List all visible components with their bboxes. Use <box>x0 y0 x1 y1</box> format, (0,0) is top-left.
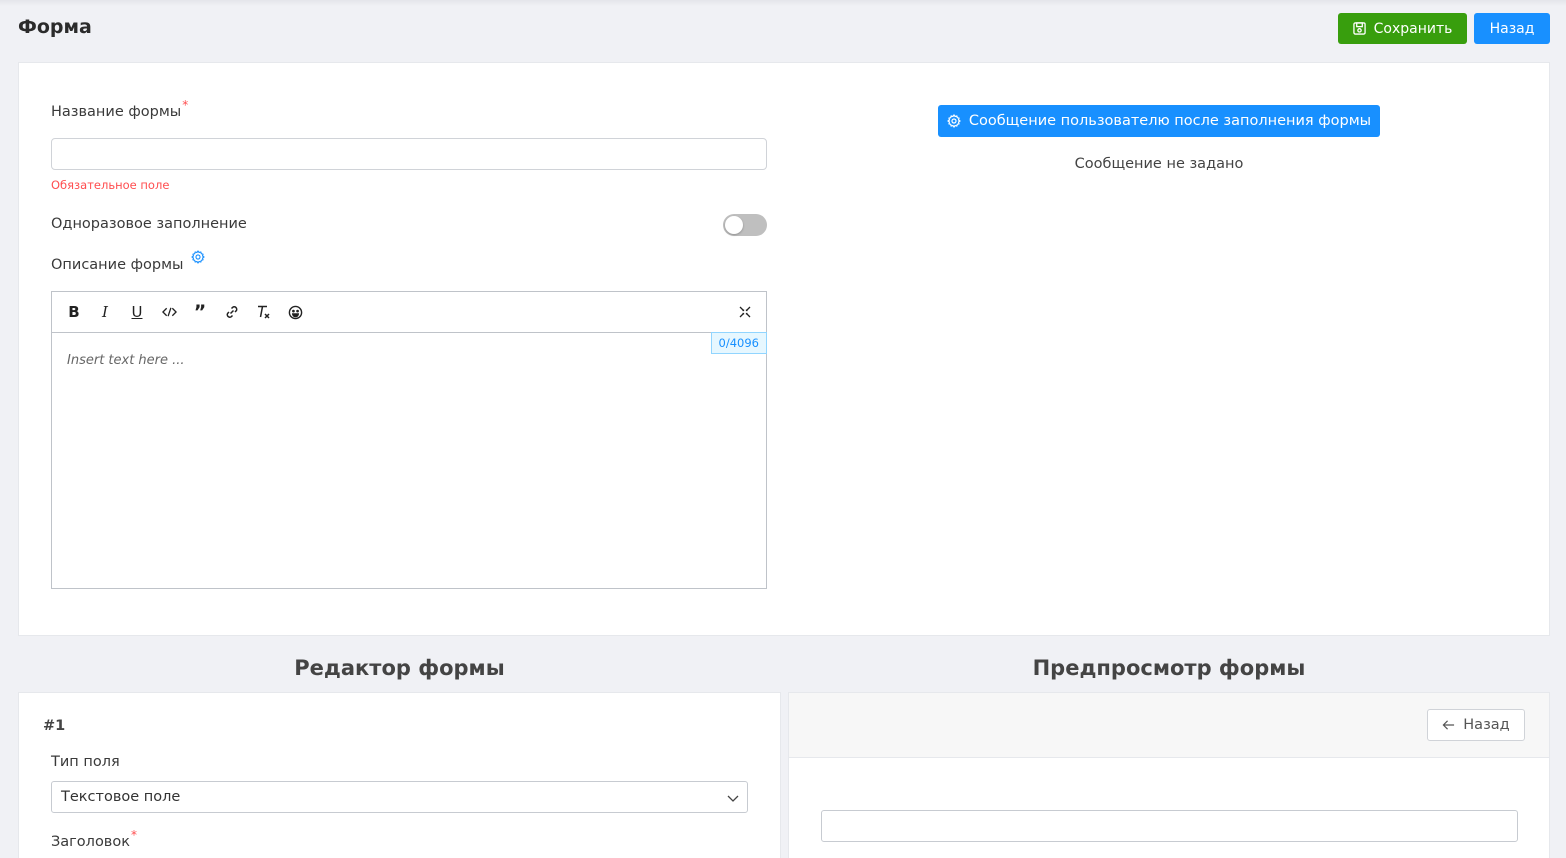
emoji-icon[interactable] <box>284 301 306 323</box>
description-editor: B I U ” 0/4096 Insert text here ... <box>51 291 767 589</box>
fullscreen-icon[interactable] <box>734 301 756 323</box>
bold-icon[interactable]: B <box>63 301 85 323</box>
quote-icon[interactable]: ” <box>189 301 211 323</box>
field-type-label: Тип поля <box>51 754 120 770</box>
heading-label: Заголовок* <box>51 828 137 850</box>
preview-back-button[interactable]: Назад <box>1427 709 1525 741</box>
message-status: Сообщение не задано <box>1074 156 1244 172</box>
field-type-select[interactable]: Текстовое поле <box>51 781 748 813</box>
underline-icon[interactable]: U <box>126 301 148 323</box>
form-name-error: Обязательное поле <box>51 178 170 192</box>
save-button-label: Сохранить <box>1373 20 1453 37</box>
one-time-toggle[interactable] <box>723 214 767 236</box>
preview-header: Назад <box>789 693 1549 758</box>
editor-placeholder[interactable]: Insert text here ... <box>67 353 185 368</box>
link-icon[interactable] <box>221 301 243 323</box>
one-time-label: Одноразовое заполнение <box>51 216 247 232</box>
editor-toolbar: B I U ” <box>52 292 766 333</box>
arrow-left-icon <box>1442 720 1455 730</box>
field-type-value: Текстовое поле <box>61 789 181 805</box>
code-icon[interactable] <box>158 301 180 323</box>
page-title: Форма <box>18 16 92 38</box>
toggle-knob <box>725 216 743 234</box>
description-label: Описание формы <box>51 257 184 273</box>
form-settings-card: Название формы* Обязательное поле Однора… <box>18 62 1550 636</box>
back-button[interactable]: Назад <box>1474 13 1550 44</box>
form-preview-title: Предпросмотр формы <box>1032 656 1306 680</box>
form-editor-title: Редактор формы <box>294 656 505 680</box>
form-preview-panel: Назад <box>788 692 1550 858</box>
required-mark: * <box>131 828 137 842</box>
form-editor-panel: #1 Тип поля Текстовое поле Заголовок* <box>18 692 781 858</box>
preview-text-input[interactable] <box>821 810 1518 842</box>
user-message-button[interactable]: Сообщение пользователю после заполнения … <box>938 105 1380 137</box>
preview-back-label: Назад <box>1463 717 1510 733</box>
chevron-down-icon <box>727 795 739 802</box>
italic-icon[interactable]: I <box>94 301 116 323</box>
user-message-button-label: Сообщение пользователю после заполнения … <box>968 113 1372 129</box>
top-shadow <box>0 0 1566 6</box>
gear-icon <box>946 114 961 128</box>
character-counter: 0/4096 <box>710 332 767 354</box>
save-icon <box>1352 22 1366 35</box>
field-number: #1 <box>43 718 66 734</box>
required-mark: * <box>182 98 189 112</box>
clear-format-icon[interactable] <box>252 301 274 323</box>
gear-icon[interactable] <box>191 250 205 264</box>
form-name-input[interactable] <box>51 138 767 170</box>
form-name-label: Название формы* <box>51 98 189 120</box>
save-button[interactable]: Сохранить <box>1338 13 1467 44</box>
